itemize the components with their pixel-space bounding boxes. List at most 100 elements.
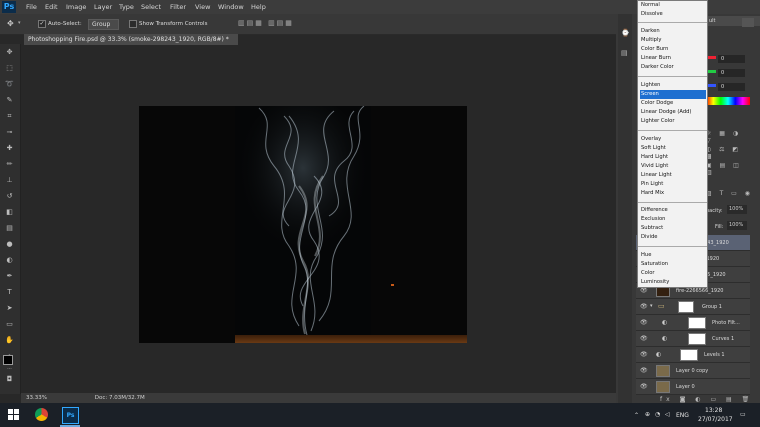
tool-preset-dropdown-icon[interactable]: ▾	[18, 20, 21, 26]
windows-start-icon[interactable]	[8, 409, 19, 420]
blend-hard-mix[interactable]: Hard Mix	[640, 189, 706, 198]
menu-type[interactable]: Type	[119, 3, 134, 11]
expand-group-icon[interactable]: ▾	[650, 303, 653, 309]
blur-icon[interactable]: ●	[5, 241, 14, 248]
doc-size[interactable]: Doc: 7.03M/32.7M	[95, 395, 145, 401]
blend-mode-dropdown[interactable]: Normal Dissolve Darken Multiply Color Bu…	[637, 0, 708, 288]
blend-soft-light[interactable]: Soft Light	[640, 144, 706, 153]
blend-color-dodge[interactable]: Color Dodge	[640, 99, 706, 108]
history-icon[interactable]: ⌚	[621, 29, 630, 37]
blend-normal[interactable]: Normal	[640, 1, 706, 10]
gradient-icon[interactable]: ▤	[5, 225, 14, 232]
blend-pin-light[interactable]: Pin Light	[640, 180, 706, 189]
menu-select[interactable]: Select	[141, 3, 161, 11]
blend-subtract[interactable]: Subtract	[640, 224, 706, 233]
lasso-icon[interactable]: ➰	[5, 81, 14, 88]
menu-help[interactable]: Help	[251, 3, 266, 11]
blend-exclusion[interactable]: Exclusion	[640, 215, 706, 224]
blend-dissolve[interactable]: Dissolve	[640, 10, 706, 19]
wifi-icon[interactable]: ◔	[655, 411, 660, 418]
layer-filter-icons[interactable]: ▨ T ▭ ◉	[706, 190, 753, 197]
adjustments-icons-row3[interactable]: ▣ ▤ ◫ ▥	[706, 162, 750, 176]
blend-linear-light[interactable]: Linear Light	[640, 171, 706, 180]
pen-icon[interactable]: ✒	[5, 273, 14, 280]
photoshop-taskbar-icon[interactable]: Ps	[62, 407, 79, 424]
auto-select-dropdown[interactable]: Group	[88, 19, 119, 30]
blend-luminosity[interactable]: Luminosity	[640, 278, 706, 287]
chrome-icon[interactable]	[35, 408, 48, 421]
language-indicator[interactable]: ENG	[676, 412, 689, 419]
brush-icon[interactable]: ✏	[5, 161, 14, 168]
foreground-color-swatch[interactable]	[3, 355, 13, 365]
menu-window[interactable]: Window	[218, 3, 244, 11]
green-value[interactable]: 0	[718, 69, 745, 77]
adjustments-icons-row2[interactable]: ◐ ⚖ ◩ ▩	[706, 146, 750, 160]
layer-row[interactable]: 👁 Layer 0 copy	[636, 363, 750, 379]
path-select-icon[interactable]: ➤	[5, 305, 14, 312]
dodge-icon[interactable]: ◐	[5, 257, 14, 264]
layer-row[interactable]: 👁 Layer 0	[636, 379, 750, 395]
stamp-icon[interactable]: ⊥	[5, 177, 14, 184]
color-ramp[interactable]	[706, 97, 750, 105]
opacity-value[interactable]: 100%	[727, 205, 747, 214]
history-brush-icon[interactable]: ↺	[5, 193, 14, 200]
align-icons[interactable]: ▥▤▦ ▥▤▦	[238, 19, 294, 27]
blend-linear-dodge[interactable]: Linear Dodge (Add)	[640, 108, 706, 117]
notifications-icon[interactable]: ▭	[740, 411, 746, 418]
network-icon[interactable]: ⊕	[645, 411, 650, 418]
menu-file[interactable]: File	[26, 3, 37, 11]
menu-view[interactable]: View	[195, 3, 210, 11]
blend-divide[interactable]: Divide	[640, 233, 706, 242]
adjustments-icons[interactable]: ☼ ▦ ◑ ▽	[706, 130, 750, 144]
menu-layer[interactable]: Layer	[94, 3, 112, 11]
layer-row[interactable]: 👁 ◐ Levels 1	[636, 347, 750, 363]
blend-color-burn[interactable]: Color Burn	[640, 45, 706, 54]
menu-filter[interactable]: Filter	[170, 3, 186, 11]
blend-hue[interactable]: Hue	[640, 251, 706, 260]
move-tool-icon[interactable]: ✥	[7, 19, 14, 28]
crop-icon[interactable]: ⌗	[5, 113, 14, 120]
properties-icon[interactable]: ▤	[621, 49, 628, 57]
show-transform-controls-checkbox[interactable]	[129, 20, 137, 28]
blend-lighter-color[interactable]: Lighter Color	[640, 117, 706, 126]
eyedropper-icon[interactable]: ⊸	[5, 129, 14, 136]
fill-value[interactable]: 100%	[727, 221, 747, 230]
layer-row[interactable]: 👁 ◐ Curves 1	[636, 331, 750, 347]
blend-saturation[interactable]: Saturation	[640, 260, 706, 269]
clock-time[interactable]: 13:28	[705, 407, 722, 414]
layer-row[interactable]: 👁 ◐ Photo Filt...	[636, 315, 750, 331]
blend-color[interactable]: Color	[640, 269, 706, 278]
layer-row[interactable]: 👁 ▾ ▭ Group 1	[636, 299, 750, 315]
search-icon[interactable]	[742, 18, 754, 27]
blend-darker-color[interactable]: Darker Color	[640, 63, 706, 72]
quick-select-icon[interactable]: ✎	[5, 97, 14, 104]
volume-icon[interactable]: ◁	[665, 411, 670, 418]
red-value[interactable]: 0	[718, 55, 745, 63]
blend-overlay[interactable]: Overlay	[640, 135, 706, 144]
shape-icon[interactable]: ▭	[5, 321, 14, 328]
healing-icon[interactable]: ✚	[5, 145, 14, 152]
blend-screen[interactable]: Screen	[640, 90, 706, 99]
move-icon[interactable]: ✥	[5, 49, 14, 56]
tray-chevron-icon[interactable]: ⌃	[634, 412, 639, 419]
marquee-icon[interactable]: ⬚	[5, 65, 14, 72]
blend-difference[interactable]: Difference	[640, 206, 706, 215]
blend-linear-burn[interactable]: Linear Burn	[640, 54, 706, 63]
layer-panel-footer-icons[interactable]: fx ◙ ◐ ▭ ▤ 🗑	[660, 396, 753, 403]
hand-icon[interactable]: ✋	[5, 337, 14, 344]
menu-edit[interactable]: Edit	[45, 3, 58, 11]
document-canvas[interactable]	[139, 106, 467, 343]
menu-image[interactable]: Image	[66, 3, 86, 11]
blend-vivid-light[interactable]: Vivid Light	[640, 162, 706, 171]
type-icon[interactable]: T	[5, 289, 14, 296]
blend-darken[interactable]: Darken	[640, 27, 706, 36]
blend-hard-light[interactable]: Hard Light	[640, 153, 706, 162]
quick-mask-icon[interactable]: ◘	[5, 376, 14, 383]
zoom-level[interactable]: 33.33%	[26, 395, 47, 401]
document-tab[interactable]: Photoshopping Fire.psd @ 33.3% (smoke-29…	[24, 34, 238, 54]
auto-select-checkbox[interactable]: ✓	[38, 20, 46, 28]
eraser-icon[interactable]: ◧	[5, 209, 14, 216]
blue-value[interactable]: 0	[718, 83, 745, 91]
more-tools-icon[interactable]: ···	[5, 366, 14, 373]
clock-date[interactable]: 27/07/2017	[698, 416, 733, 423]
